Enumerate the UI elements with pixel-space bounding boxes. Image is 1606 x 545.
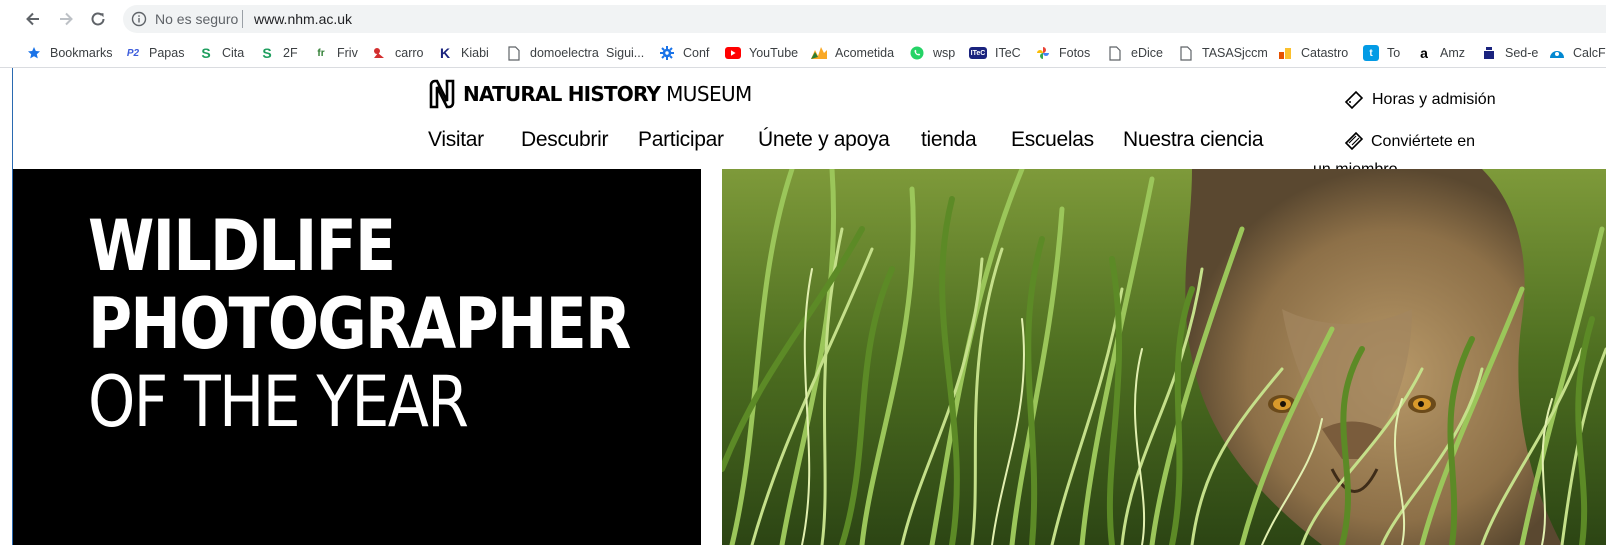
nhm-logo[interactable]: NATURAL HISTORY MUSEUM bbox=[428, 78, 752, 110]
site-header: NATURAL HISTORY MUSEUM Visitar Descubrir… bbox=[13, 68, 1606, 178]
omnibox-separator bbox=[242, 10, 243, 28]
bookmark-kiabi[interactable]: K Kiabi bbox=[437, 43, 489, 63]
hero-gap bbox=[701, 169, 722, 545]
nav-tienda[interactable]: tienda bbox=[921, 128, 977, 152]
bookmark-acometida[interactable]: Acometida bbox=[811, 43, 894, 63]
bookmark-carro[interactable]: carro bbox=[371, 43, 423, 63]
gear-icon bbox=[659, 45, 675, 61]
hero-title-line3: OF THE YEAR bbox=[88, 361, 469, 443]
hero-title-line2: PHOTOGRAPHER bbox=[88, 283, 631, 365]
bookmark-calcfr[interactable]: CalcFr bbox=[1549, 43, 1606, 63]
bookmark-fotos[interactable]: Fotos bbox=[1035, 43, 1090, 63]
security-label[interactable]: No es seguro bbox=[155, 11, 238, 27]
amazon-icon: a bbox=[1420, 45, 1428, 61]
ticket-icon bbox=[1344, 90, 1364, 110]
bookmark-sede[interactable]: Sed-e bbox=[1481, 43, 1538, 63]
nav-descubrir[interactable]: Descubrir bbox=[521, 128, 608, 152]
nav-participar[interactable]: Participar bbox=[638, 128, 724, 152]
bookmark-cita[interactable]: S Cita bbox=[198, 43, 244, 63]
nav-visitar[interactable]: Visitar bbox=[428, 128, 484, 152]
bookmark-youtube[interactable]: YouTube bbox=[725, 43, 798, 63]
logo-text-bold: NATURAL HISTORY bbox=[463, 82, 661, 106]
acometida-icon bbox=[811, 45, 827, 61]
hero-banner[interactable]: WILDLIFE PHOTOGRAPHER OF THE YEAR bbox=[13, 169, 701, 545]
to-icon: t bbox=[1363, 45, 1379, 61]
membership-card-icon bbox=[1344, 131, 1364, 151]
bookmark-tasasjccm[interactable]: TASASjccm bbox=[1178, 43, 1268, 63]
photos-icon bbox=[1035, 45, 1051, 61]
forward-button[interactable] bbox=[55, 8, 77, 30]
youtube-icon bbox=[725, 45, 741, 61]
bookmark-bookmarks[interactable]: Bookmarks bbox=[26, 43, 113, 63]
bookmark-itec[interactable]: ITeC ITeC bbox=[969, 43, 1021, 63]
logo-text-light: MUSEUM bbox=[666, 82, 752, 106]
forward-arrow-icon bbox=[60, 12, 73, 26]
lioness-grass-illustration bbox=[722, 169, 1606, 545]
whatsapp-icon bbox=[909, 45, 925, 61]
catastro-icon bbox=[1277, 45, 1293, 61]
page-icon bbox=[1107, 45, 1123, 61]
p2-icon: P2 bbox=[126, 47, 140, 59]
s-logo-icon: S bbox=[201, 45, 211, 61]
url-text[interactable]: www.nhm.ac.uk bbox=[254, 11, 352, 27]
reload-button[interactable] bbox=[87, 8, 109, 30]
hero-photo-lioness-in-grass[interactable] bbox=[722, 169, 1606, 545]
hero-title-line1: WILDLIFE bbox=[88, 205, 396, 287]
address-bar[interactable]: No es seguro www.nhm.ac.uk bbox=[123, 5, 1606, 33]
nhm-n-logo-icon bbox=[429, 79, 455, 109]
s-logo-icon: S bbox=[262, 45, 272, 61]
calc-icon bbox=[1549, 45, 1565, 61]
browser-toolbar: No es seguro www.nhm.ac.uk bbox=[0, 0, 1606, 38]
bookmark-2f[interactable]: S 2F bbox=[259, 43, 297, 63]
info-icon[interactable] bbox=[131, 11, 147, 27]
bookmark-edice[interactable]: eDice bbox=[1107, 43, 1163, 63]
itec-icon: ITeC bbox=[969, 47, 987, 59]
sede-icon bbox=[1481, 45, 1497, 61]
bookmark-catastro[interactable]: Catastro bbox=[1277, 43, 1348, 63]
bookmark-conf[interactable]: Conf bbox=[659, 43, 709, 63]
friv-icon: fr bbox=[317, 47, 325, 59]
star-icon bbox=[26, 45, 42, 61]
bookmark-amz[interactable]: a Amz bbox=[1416, 43, 1465, 63]
page-icon bbox=[1178, 45, 1194, 61]
back-button[interactable] bbox=[22, 8, 44, 30]
kiabi-icon: K bbox=[439, 45, 451, 61]
page-icon bbox=[506, 45, 522, 61]
carro-icon bbox=[371, 45, 387, 61]
bookmark-wsp[interactable]: wsp bbox=[909, 43, 955, 63]
reload-icon bbox=[91, 12, 105, 26]
bookmark-domoelectra[interactable]: domoelectra bbox=[506, 43, 599, 63]
nav-nuestra-ciencia[interactable]: Nuestra ciencia bbox=[1123, 128, 1264, 152]
hours-link[interactable]: Horas y admisión bbox=[1344, 90, 1496, 110]
nav-escuelas[interactable]: Escuelas bbox=[1011, 128, 1094, 152]
bookmark-to[interactable]: t To bbox=[1363, 43, 1400, 63]
back-arrow-icon bbox=[26, 12, 39, 26]
bookmark-friv[interactable]: fr Friv bbox=[313, 43, 357, 63]
nav-unete-y-apoya[interactable]: Únete y apoya bbox=[758, 128, 890, 152]
bookmark-papas[interactable]: P2 Papas bbox=[125, 43, 185, 63]
bookmarks-bar: Bookmarks P2 Papas S Cita S 2F fr Friv c… bbox=[0, 38, 1606, 68]
bookmark-sigui[interactable]: Sigui... bbox=[606, 43, 644, 63]
